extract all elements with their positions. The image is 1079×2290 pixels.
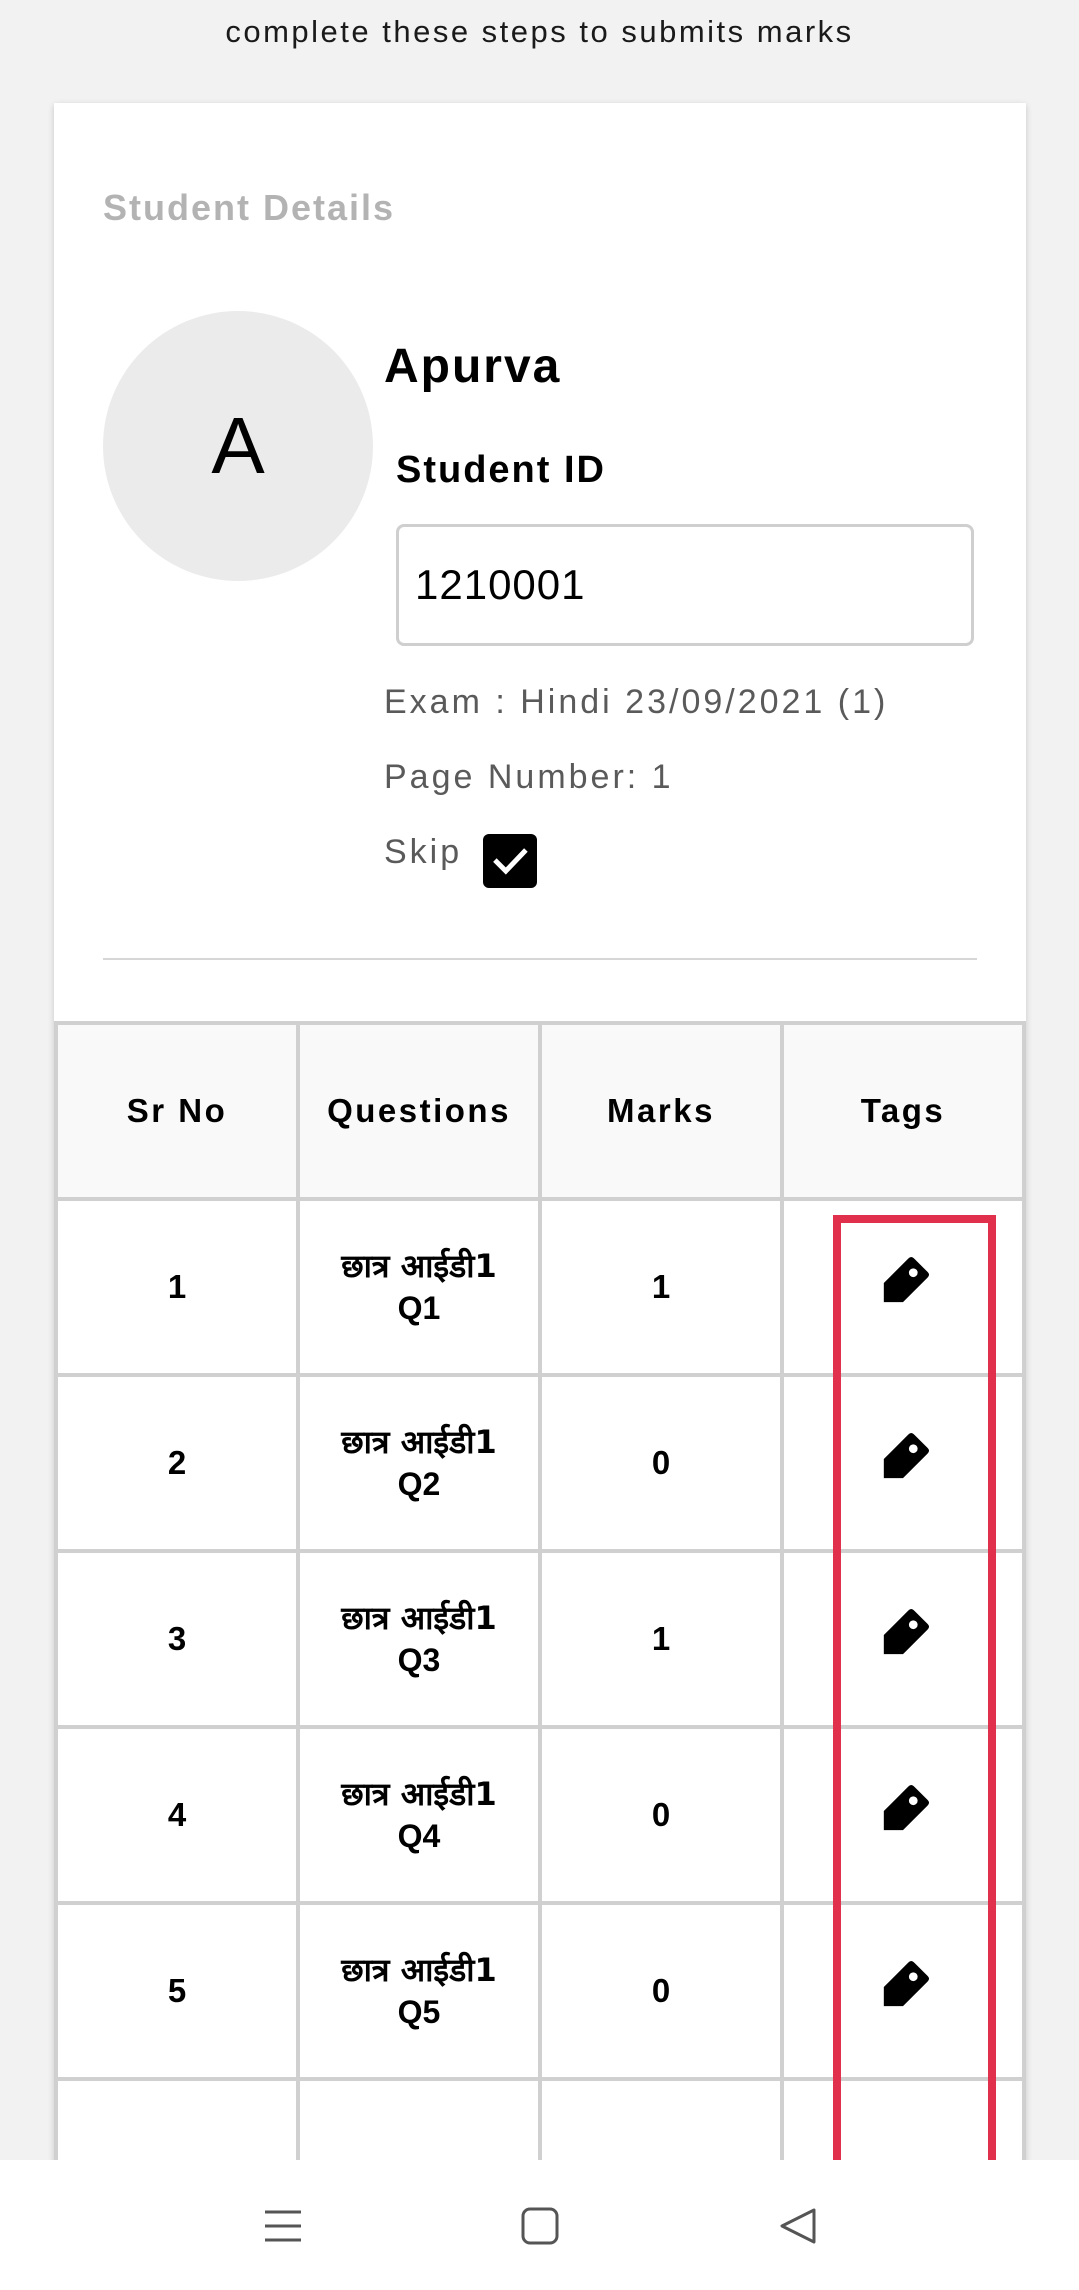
section-title: Student Details [103, 187, 396, 228]
tag-icon[interactable] [872, 1252, 934, 1314]
sr-cell: 3 [54, 1549, 300, 1729]
tag-cell [780, 1373, 1026, 1553]
instruction-text: complete these steps to submits marks [225, 14, 854, 49]
avatar-letter: A [211, 401, 265, 490]
tag-icon-svg [883, 1960, 930, 2007]
student-id-input[interactable] [396, 524, 974, 646]
tag-cell [780, 1549, 1026, 1729]
page-number: Page Number: 1 [384, 758, 674, 796]
tag-icon[interactable] [872, 1604, 934, 1666]
marks-cell: 0 [538, 1725, 784, 1905]
home-icon [521, 2207, 559, 2245]
marks-cell: 1 [538, 1549, 784, 1729]
question-number: Q3 [397, 1642, 441, 1678]
question-text: छात्र आईडी1 [341, 1599, 497, 1637]
back-icon [780, 2208, 816, 2244]
exam-info: Exam : Hindi 23/09/2021 (1) [384, 683, 889, 721]
tag-cell [780, 1197, 1026, 1377]
home-button[interactable] [514, 2200, 566, 2252]
question-text: छात्र आईडी1 [341, 1775, 497, 1813]
skip-checkbox[interactable] [483, 834, 537, 888]
menu-button[interactable] [257, 2200, 309, 2252]
sr-cell: 5 [54, 1901, 300, 2081]
table-row [54, 2077, 1026, 2163]
header-sr-no: Sr No [54, 1021, 300, 1201]
table-row: 2 छात्र आईडी1 Q2 0 [54, 1373, 1026, 1553]
question-cell: छात्र आईडी1 Q4 [296, 1725, 542, 1905]
question-text: छात्र आईडी1 [341, 1951, 497, 1989]
question-cell [296, 2077, 542, 2163]
checkmark-icon [493, 848, 528, 875]
tag-icon[interactable] [872, 1428, 934, 1490]
header-questions: Questions [296, 1021, 542, 1201]
question-cell: छात्र आईडी1 Q5 [296, 1901, 542, 2081]
student-details-card: Student Details A Apurva Student ID Exam… [54, 103, 1026, 2163]
student-name: Apurva [384, 340, 562, 393]
tag-icon[interactable] [872, 1956, 934, 2018]
table-row: 3 छात्र आईडी1 Q3 1 [54, 1549, 1026, 1729]
divider [103, 958, 977, 960]
header-tags: Tags [780, 1021, 1026, 1201]
tag-icon-svg [883, 1608, 930, 1655]
question-number: Q4 [397, 1818, 441, 1854]
question-cell: छात्र आईडी1 Q1 [296, 1197, 542, 1377]
tag-cell [780, 1725, 1026, 1905]
question-number: Q1 [397, 1290, 441, 1326]
question-cell: छात्र आईडी1 Q3 [296, 1549, 542, 1729]
marks-table: Sr No Questions Marks Tags 1 छात्र आईडी1… [54, 1021, 1026, 2163]
question-number: Q5 [397, 1994, 441, 2030]
table-row: 4 छात्र आईडी1 Q4 0 [54, 1725, 1026, 1905]
student-id-label: Student ID [396, 449, 606, 491]
question-text: छात्र आईडी1 [341, 1423, 497, 1461]
table-row: 1 छात्र आईडी1 Q1 1 [54, 1197, 1026, 1377]
tag-icon-svg [883, 1432, 930, 1479]
table-row: 5 छात्र आईडी1 Q5 0 [54, 1901, 1026, 2081]
header-marks: Marks [538, 1021, 784, 1201]
sr-cell: 2 [54, 1373, 300, 1553]
tag-icon-svg [883, 1256, 930, 1303]
sr-cell: 1 [54, 1197, 300, 1377]
skip-label: Skip [384, 833, 463, 871]
avatar: A [103, 311, 373, 581]
system-nav-bar [0, 2160, 1079, 2290]
tag-icon[interactable] [872, 1780, 934, 1842]
menu-icon [265, 2210, 301, 2242]
marks-cell: 1 [538, 1197, 784, 1377]
tag-cell [780, 1901, 1026, 2081]
marks-cell: 0 [538, 1373, 784, 1553]
back-button[interactable] [772, 2200, 824, 2252]
question-cell: छात्र आईडी1 Q2 [296, 1373, 542, 1553]
question-text: छात्र आईडी1 [341, 1247, 497, 1285]
marks-cell [538, 2077, 784, 2163]
sr-cell [54, 2077, 300, 2163]
question-number: Q2 [397, 1466, 441, 1502]
tag-cell [780, 2077, 1026, 2163]
marks-cell: 0 [538, 1901, 784, 2081]
table-header-row: Sr No Questions Marks Tags [54, 1021, 1026, 1201]
tag-icon-svg [883, 1784, 930, 1831]
sr-cell: 4 [54, 1725, 300, 1905]
